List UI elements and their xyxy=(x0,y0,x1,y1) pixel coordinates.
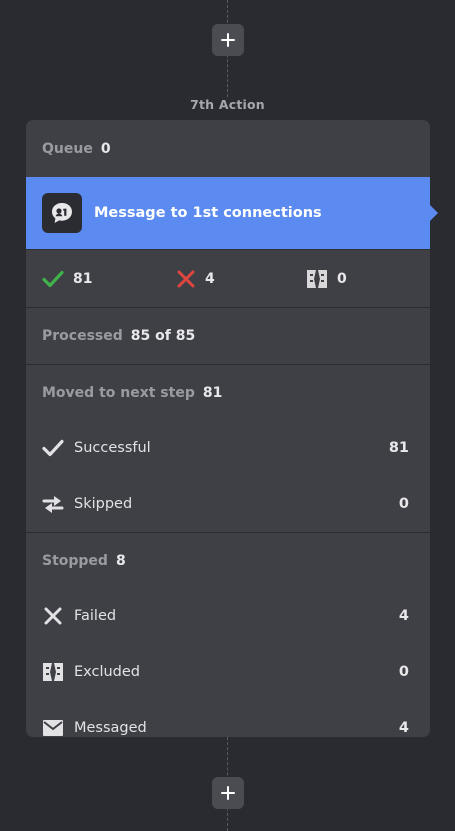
moved-value: 81 xyxy=(202,384,223,401)
plus-icon xyxy=(221,33,235,47)
stat-excluded-value: 0 xyxy=(337,270,347,287)
stat-excluded: 0 xyxy=(306,269,347,289)
step-title: Message to 1st connections xyxy=(94,205,322,221)
successful-value: 81 xyxy=(388,440,409,456)
stat-success: 81 xyxy=(42,270,92,288)
moved-label: Moved to next step xyxy=(42,384,195,401)
x-icon xyxy=(42,605,64,627)
successful-label: Successful xyxy=(74,440,151,456)
queue-value: 0 xyxy=(100,140,111,157)
stat-failed-value: 4 xyxy=(205,270,215,287)
processed-label: Processed xyxy=(42,328,123,344)
processed-row: Processed 85 of 85 xyxy=(26,308,430,365)
skipped-value: 0 xyxy=(398,496,409,512)
stopped-value: 8 xyxy=(115,552,126,569)
stat-success-value: 81 xyxy=(73,270,93,287)
check-icon xyxy=(42,437,64,459)
plus-icon xyxy=(221,786,235,800)
list-item-skipped: Skipped 0 xyxy=(26,476,430,533)
skipped-label: Skipped xyxy=(74,496,133,512)
stopped-label: Stopped xyxy=(42,552,108,569)
list-item-failed: Failed 4 xyxy=(26,588,430,644)
add-step-button-top[interactable] xyxy=(212,24,244,56)
messaged-label: Messaged xyxy=(74,720,147,736)
excluded-icon xyxy=(307,269,327,288)
envelope-icon xyxy=(42,717,64,739)
message-bubble-icon xyxy=(42,193,82,233)
queue-row: Queue 0 xyxy=(26,120,430,177)
list-item-excluded: Excluded 0 xyxy=(26,644,430,700)
stopped-header: Stopped 8 xyxy=(26,533,430,588)
moved-header: Moved to next step 81 xyxy=(26,365,430,420)
list-item-messaged: Messaged 4 xyxy=(26,700,430,756)
add-step-button-bottom[interactable] xyxy=(212,777,244,809)
processed-value: 85 of 85 xyxy=(130,328,196,344)
list-item-successful: Successful 81 xyxy=(26,420,430,476)
x-icon xyxy=(177,270,195,287)
swap-arrows-icon xyxy=(42,493,64,515)
check-icon xyxy=(42,270,64,287)
excluded-icon xyxy=(42,661,64,683)
stats-row: 81 4 0 xyxy=(26,250,430,308)
action-card[interactable]: Queue 0 Message to 1st connections 81 4 … xyxy=(26,120,438,737)
failed-value: 4 xyxy=(398,608,409,624)
failed-label: Failed xyxy=(74,608,117,624)
stat-failed: 4 xyxy=(176,269,215,289)
step-banner[interactable]: Message to 1st connections xyxy=(26,177,438,250)
queue-label: Queue xyxy=(42,140,93,157)
action-label: 7th Action xyxy=(190,97,265,112)
excluded-value: 0 xyxy=(398,664,409,680)
messaged-value: 4 xyxy=(398,720,409,736)
excluded-label: Excluded xyxy=(74,664,141,680)
